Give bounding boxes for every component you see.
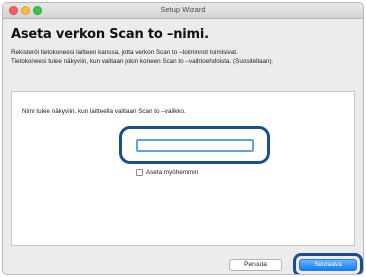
description: Rekisteröi tietokoneesi laitteen kanssa,… (11, 49, 363, 66)
name-input-label: Nimi tulee näkyviin, kun laitteella vali… (22, 108, 186, 115)
description-line-1: Rekisteröi tietokoneesi laitteen kanssa,… (11, 49, 238, 56)
set-later-checkbox[interactable] (136, 168, 143, 176)
scan-to-name-input[interactable] (136, 139, 254, 152)
set-later-option[interactable]: Aseta myöhemmin (136, 167, 198, 177)
cancel-button[interactable]: Peruuta (229, 259, 282, 271)
next-button[interactable]: Seuraava (299, 259, 357, 271)
window-title: Setup Wizard (160, 5, 206, 14)
description-line-2: Tietokoneesi tulee näkyviin, kun valitaa… (11, 57, 274, 65)
page-title: Aseta verkon Scan to –nimi. (11, 27, 209, 42)
set-later-label: Aseta myöhemmin (146, 168, 199, 176)
title-bar: Setup Wizard (3, 3, 363, 19)
setup-wizard-window: Setup Wizard Aseta verkon Scan to –nimi.… (2, 2, 364, 275)
content-panel: Nimi tulee näkyviin, kun laitteella vali… (11, 91, 355, 246)
